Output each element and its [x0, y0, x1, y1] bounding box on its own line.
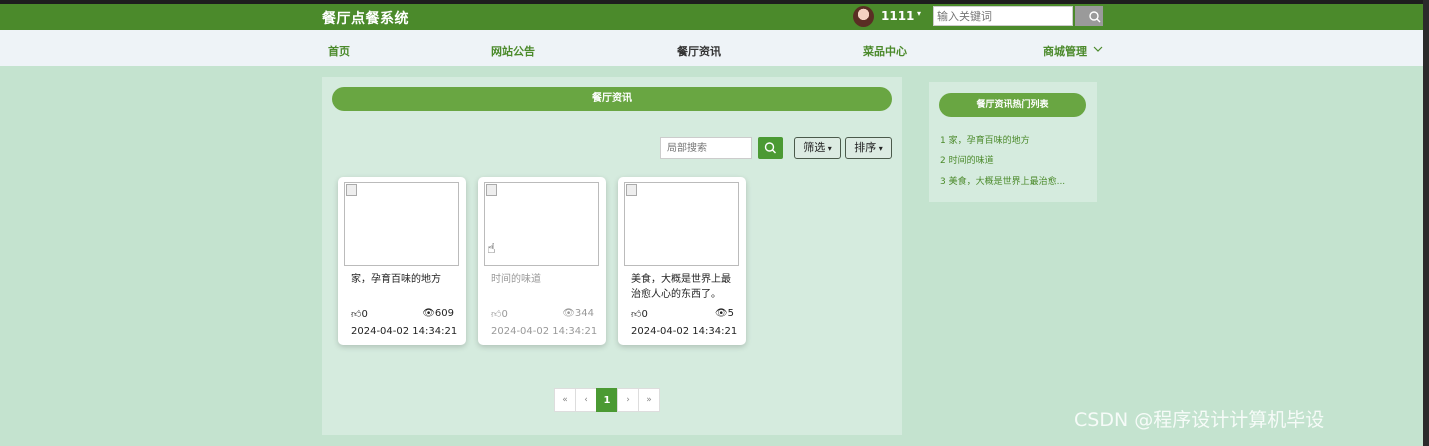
eye-icon: 👁︎	[562, 308, 575, 319]
views-value: 609	[434, 308, 454, 319]
news-card[interactable]: 时间的味道 👍︎0 👁︎344 2024-04-02 14:34:21	[478, 177, 606, 345]
card-title[interactable]: 时间的味道	[491, 272, 595, 287]
news-card[interactable]: 美食，大概是世界上最治愈人心的东西了。 👍︎0 👁︎5 2024-04-02 1…	[618, 177, 746, 345]
filter-button[interactable]: 筛选 ▾	[794, 137, 841, 159]
site-title: 餐厅点餐系统	[322, 11, 409, 27]
likes-count: 👍︎0	[631, 308, 648, 320]
card-date: 2024-04-02 14:34:21	[631, 326, 738, 337]
filter-label: 筛选	[803, 141, 826, 154]
nav-item-shop-admin[interactable]: 商城管理	[1043, 43, 1087, 59]
first-page-button[interactable]: «	[554, 388, 576, 412]
global-search-button[interactable]	[1075, 6, 1103, 26]
hot-list-item[interactable]: 3 美食，大概是世界上最治愈...	[940, 174, 1065, 187]
hot-list-item[interactable]: 2 时间的味道	[940, 153, 994, 166]
search-icon	[764, 142, 776, 154]
card-image[interactable]	[484, 182, 599, 266]
hot-list-item[interactable]: 1 家，孕育百味的地方	[940, 133, 1030, 146]
user-avatar[interactable]	[853, 6, 874, 27]
broken-image-icon	[626, 184, 637, 196]
caret-down-icon[interactable]: ▾	[917, 9, 921, 18]
views-value: 344	[574, 308, 594, 319]
sidebar-title: 餐厅资讯热门列表	[939, 93, 1086, 117]
card-title[interactable]: 美食，大概是世界上最治愈人心的东西了。	[631, 272, 735, 302]
eye-icon: 👁︎	[422, 308, 435, 319]
global-search-input[interactable]	[933, 6, 1073, 26]
likes-count: 👍︎0	[351, 308, 368, 320]
window-edge-strip	[1423, 0, 1429, 446]
watermark: CSDN @程序设计计算机毕设	[1074, 409, 1325, 431]
news-card[interactable]: 家，孕育百味的地方 👍︎0 👁︎609 2024-04-02 14:34:21	[338, 177, 466, 345]
views-count: 👁︎609	[422, 308, 454, 319]
broken-image-icon	[346, 184, 357, 196]
next-page-button[interactable]: ›	[617, 388, 639, 412]
section-title: 餐厅资讯	[332, 87, 892, 111]
broken-image-icon	[486, 184, 497, 196]
username[interactable]: 1111	[881, 9, 914, 23]
local-search-input[interactable]	[660, 137, 752, 159]
likes-count: 👍︎0	[491, 308, 508, 320]
views-count: 👁︎344	[562, 308, 594, 319]
nav-item-announcements[interactable]: 网站公告	[491, 43, 535, 59]
views-value: 5	[727, 308, 734, 319]
card-date: 2024-04-02 14:34:21	[351, 326, 458, 337]
thumbs-up-icon: 👍︎	[491, 309, 502, 320]
card-image[interactable]	[624, 182, 739, 266]
likes-value: 0	[641, 309, 648, 320]
likes-value: 0	[501, 309, 508, 320]
last-page-button[interactable]: »	[638, 388, 660, 412]
caret-down-icon: ▾	[876, 144, 883, 153]
nav-item-news[interactable]: 餐厅资讯	[677, 43, 721, 59]
pagination: « ‹ 1 › »	[554, 388, 660, 412]
nav-item-home[interactable]: 首页	[328, 43, 350, 59]
nav-item-dishes[interactable]: 菜品中心	[863, 43, 907, 59]
page-1-button[interactable]: 1	[596, 388, 618, 412]
card-date: 2024-04-02 14:34:21	[491, 326, 598, 337]
chevron-down-icon[interactable]	[1093, 46, 1103, 52]
thumbs-up-icon: 👍︎	[631, 309, 642, 320]
local-search-button[interactable]	[758, 137, 783, 159]
search-icon	[1089, 11, 1101, 23]
eye-icon: 👁︎	[714, 308, 728, 319]
likes-value: 0	[361, 309, 368, 320]
card-title[interactable]: 家，孕育百味的地方	[351, 272, 455, 287]
sort-label: 排序	[854, 141, 877, 154]
caret-down-icon: ▾	[825, 144, 832, 153]
prev-page-button[interactable]: ‹	[575, 388, 597, 412]
sort-button[interactable]: 排序 ▾	[845, 137, 892, 159]
hand-pointer-icon: ☝	[487, 241, 496, 257]
main-nav: 首页 网站公告 餐厅资讯 菜品中心 商城管理	[0, 30, 1423, 66]
site-header: 餐厅点餐系统 1111 ▾	[0, 4, 1423, 30]
card-image[interactable]	[344, 182, 459, 266]
thumbs-up-icon: 👍︎	[351, 309, 362, 320]
views-count: 👁︎5	[715, 308, 734, 319]
